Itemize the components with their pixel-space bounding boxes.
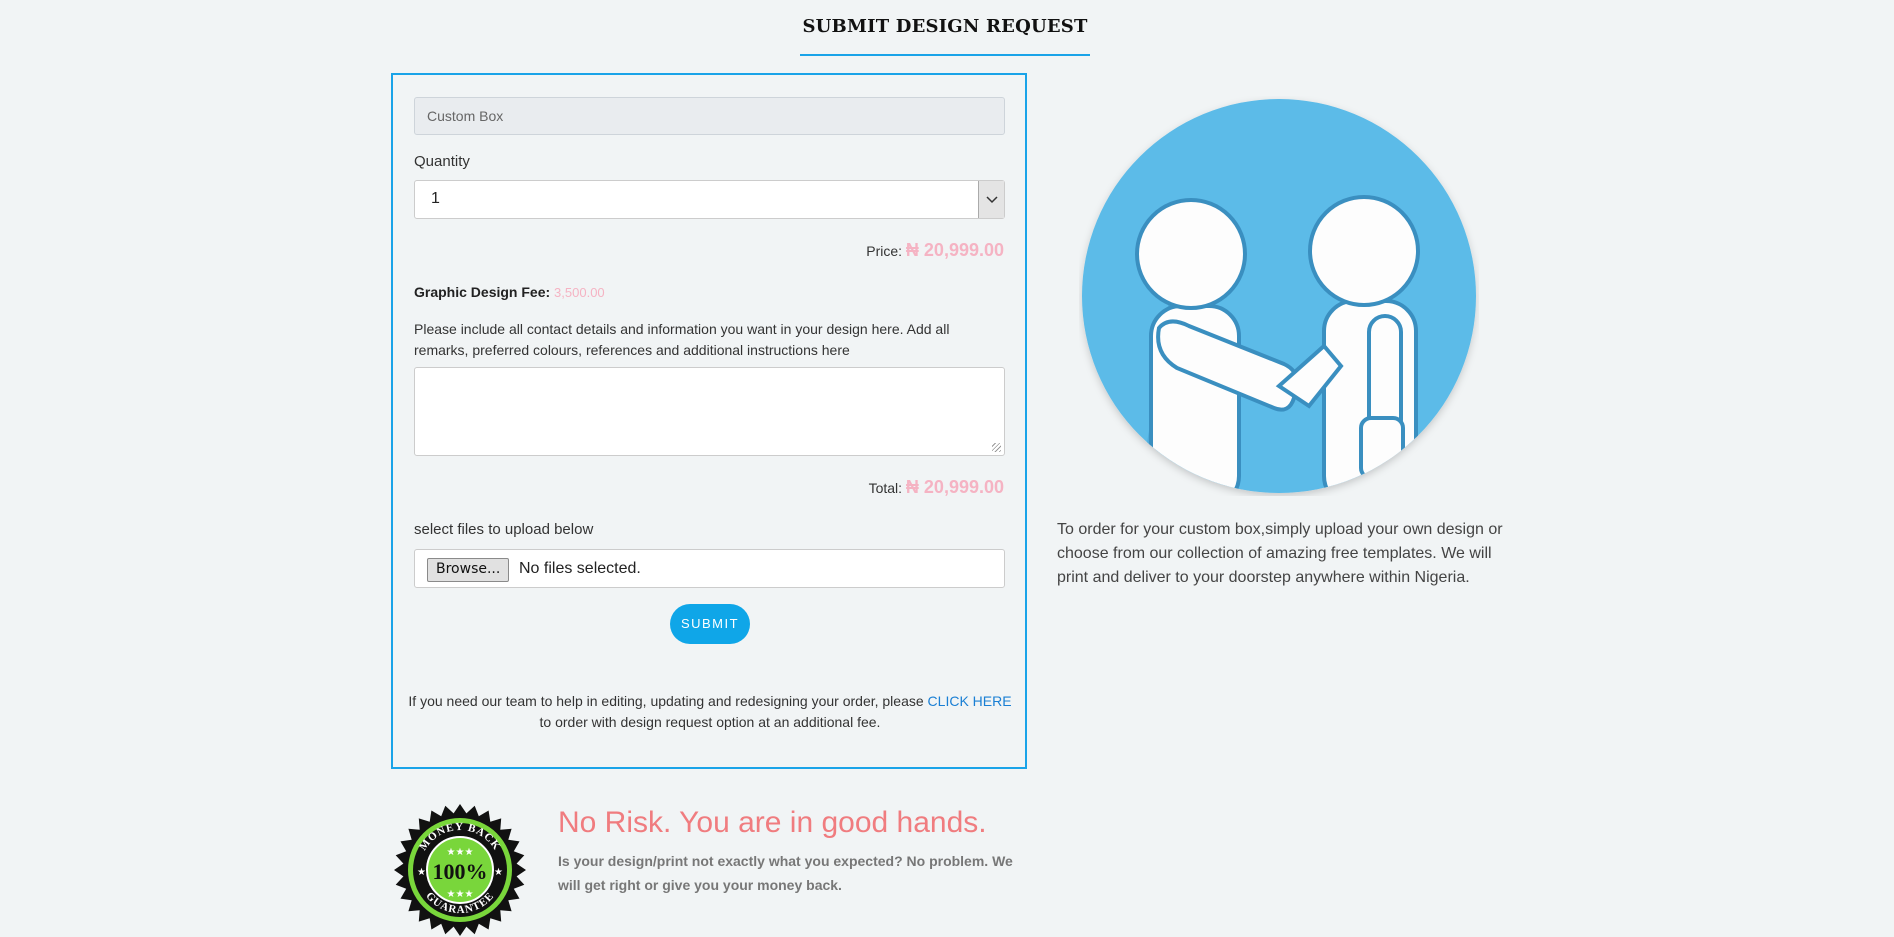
design-fee-label: Graphic Design Fee: bbox=[414, 284, 551, 300]
design-fee-value: 3,500.00 bbox=[554, 285, 605, 300]
design-notes-textarea[interactable] bbox=[414, 367, 1005, 456]
svg-text:★★★: ★★★ bbox=[447, 889, 474, 900]
svg-text:★: ★ bbox=[494, 867, 503, 878]
design-fee-row: Graphic Design Fee: 3,500.00 bbox=[414, 284, 605, 300]
total-label: Total: bbox=[868, 480, 903, 496]
upload-label: select files to upload below bbox=[414, 521, 594, 538]
quantity-label: Quantity bbox=[414, 153, 470, 170]
file-status: No files selected. bbox=[519, 560, 641, 577]
resize-grip-icon[interactable] bbox=[992, 443, 1001, 452]
file-input[interactable]: Browse... No files selected. bbox=[414, 549, 1005, 588]
product-field[interactable]: Custom Box bbox=[414, 97, 1005, 135]
price-value: ₦ 20,999.00 bbox=[905, 240, 1004, 260]
price-label: Price: bbox=[866, 243, 903, 259]
design-request-form: Custom Box Quantity 1 Price: ₦ 20,999.00… bbox=[391, 73, 1027, 769]
submit-button[interactable]: SUBMIT bbox=[670, 604, 750, 644]
help-text: If you need our team to help in editing,… bbox=[407, 691, 1013, 733]
instructions-text: Please include all contact details and i… bbox=[414, 321, 950, 358]
guarantee-title: No Risk. You are in good hands. bbox=[558, 806, 987, 839]
help-text-before: If you need our team to help in editing,… bbox=[408, 693, 924, 709]
help-text-after: to order with design request option at a… bbox=[539, 714, 881, 730]
click-here-link[interactable]: CLICK HERE bbox=[928, 693, 1012, 709]
handshake-illustration bbox=[1082, 99, 1476, 493]
page-title: SUBMIT DESIGN REQUEST bbox=[802, 16, 1088, 37]
total-row: Total: ₦ 20,999.00 bbox=[869, 477, 1004, 498]
quantity-value: 1 bbox=[431, 190, 440, 207]
total-value: ₦ 20,999.00 bbox=[905, 477, 1004, 497]
browse-button[interactable]: Browse... bbox=[427, 558, 510, 582]
chevron-down-icon[interactable] bbox=[978, 181, 1004, 218]
money-back-badge-icon: 100% ★★★ ★★★ MONEY BACK GUARANTEE ★ ★ bbox=[394, 804, 526, 936]
page-title-block: SUBMIT DESIGN REQUEST bbox=[800, 0, 1090, 56]
quantity-select[interactable]: 1 bbox=[414, 180, 1005, 219]
side-description: To order for your custom box,simply uplo… bbox=[1057, 521, 1503, 586]
svg-text:100%: 100% bbox=[433, 859, 488, 884]
price-row: Price: ₦ 20,999.00 bbox=[866, 240, 1004, 261]
svg-text:★: ★ bbox=[417, 867, 426, 878]
guarantee-text: Is your design/print not exactly what yo… bbox=[558, 853, 1013, 893]
svg-text:★★★: ★★★ bbox=[447, 847, 474, 858]
